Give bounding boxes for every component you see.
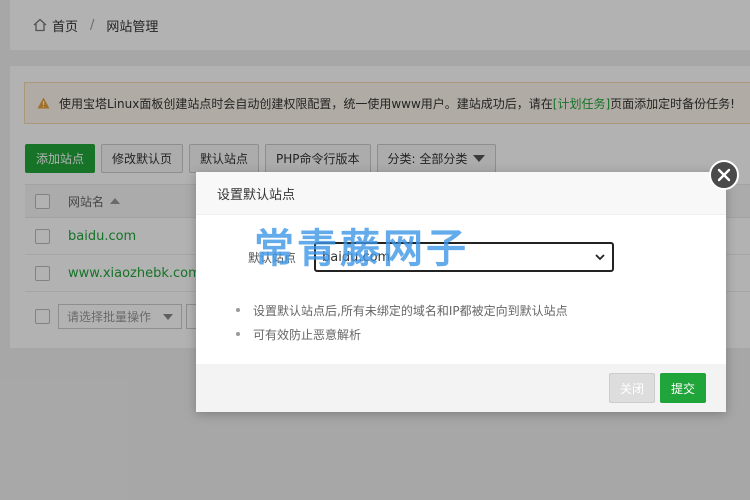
list-item: 可有效防止恶意解析 xyxy=(236,322,568,346)
note-text: 设置默认站点后,所有未绑定的域名和IP都被定向到默认站点 xyxy=(253,303,568,318)
dialog-title: 设置默认站点 xyxy=(196,172,726,215)
submit-button[interactable]: 提交 xyxy=(659,373,706,403)
list-item: 设置默认站点后,所有未绑定的域名和IP都被定向到默认站点 xyxy=(236,298,568,322)
watermark-logo: 常青藤网子 xyxy=(254,225,469,272)
bullet-icon xyxy=(236,332,240,336)
close-x-glyph xyxy=(717,168,731,182)
close-icon[interactable] xyxy=(709,160,739,190)
close-button[interactable]: 关闭 xyxy=(608,373,655,403)
set-default-site-dialog: 设置默认站点 默认站点 baidu.com 设置默认站点后,所有未绑定的域名和I… xyxy=(196,160,739,412)
chevron-down-icon xyxy=(595,254,605,261)
dialog-notes: 设置默认站点后,所有未绑定的域名和IP都被定向到默认站点 可有效防止恶意解析 xyxy=(236,298,568,346)
dialog-footer: 关闭 提交 xyxy=(196,364,726,412)
note-text: 可有效防止恶意解析 xyxy=(253,327,362,342)
bullet-icon xyxy=(236,308,240,312)
